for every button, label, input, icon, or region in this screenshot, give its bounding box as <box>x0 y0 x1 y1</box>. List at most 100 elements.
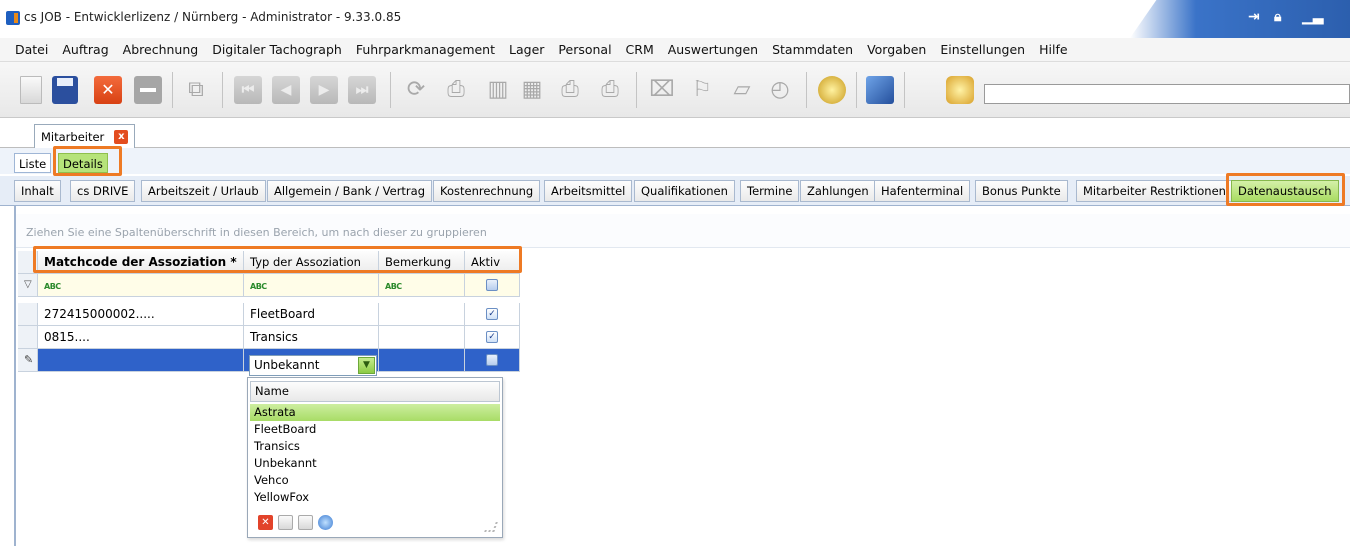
menu-lager[interactable]: Lager <box>502 42 551 57</box>
dropdown-item-yellowfox[interactable]: YellowFox <box>250 489 500 506</box>
tab-mitarbeiter[interactable]: Mitarbeiter x <box>34 124 136 148</box>
cell-matchcode-new[interactable] <box>38 349 244 372</box>
tab-liste[interactable]: Liste <box>14 153 52 173</box>
app-icon <box>6 11 20 25</box>
cell-typ[interactable]: FleetBoard <box>244 303 379 326</box>
document-tab-bar: Mitarbeiter x <box>0 118 1350 148</box>
menu-vorgaben[interactable]: Vorgaben <box>860 42 933 57</box>
menu-personal[interactable]: Personal <box>551 42 618 57</box>
tab-allgemein-bank-vertrag[interactable]: Allgemein / Bank / Vertrag <box>267 180 433 202</box>
filter-matchcode[interactable]: ABC <box>38 274 244 297</box>
menu-abrechnung[interactable]: Abrechnung <box>116 42 206 57</box>
menu-fuhrparkmanagement[interactable]: Fuhrparkmanagement <box>349 42 502 57</box>
first-record-icon[interactable]: ⏮ <box>234 76 262 104</box>
row-indicator[interactable] <box>18 303 38 326</box>
print-preview-icon[interactable]: ⎙ <box>556 76 584 104</box>
chevron-down-icon[interactable]: ▼ <box>358 357 375 374</box>
dropdown-item-transics[interactable]: Transics <box>250 438 500 455</box>
tab-qualifikationen[interactable]: Qualifikationen <box>634 180 735 202</box>
cell-bemerkung[interactable] <box>379 303 465 326</box>
row-indicator[interactable] <box>18 326 38 349</box>
filter-typ[interactable]: ABC <box>244 274 379 297</box>
cell-aktiv[interactable]: ✓ <box>465 326 520 349</box>
menu-auftrag[interactable]: Auftrag <box>55 42 115 57</box>
menu-crm[interactable]: CRM <box>619 42 661 57</box>
typ-combobox-value: Unbekannt <box>254 358 320 372</box>
clear-icon[interactable]: ✕ <box>258 515 273 530</box>
previous-record-icon[interactable]: ◀ <box>272 76 300 104</box>
typ-combobox[interactable]: Unbekannt ▼ <box>249 355 377 376</box>
dropdown-item-vehco[interactable]: Vehco <box>250 472 500 489</box>
tab-termine[interactable]: Termine <box>740 180 800 202</box>
search-icon[interactable] <box>946 76 974 104</box>
document-export-icon[interactable] <box>866 76 894 104</box>
refresh-icon[interactable] <box>318 515 333 530</box>
delete-icon[interactable]: ✕ <box>94 76 122 104</box>
toolbar: ✕ ⧉ ⏮ ◀ ▶ ⏭ ⟳ ⎙ ▥ ▦ ⎙ ⎙ ⌧ ⚐ ▱ ◴ <box>0 62 1350 118</box>
resize-grip-icon[interactable] <box>484 522 498 532</box>
dropdown-item-unbekannt[interactable]: Unbekannt <box>250 455 500 472</box>
remove-icon[interactable] <box>134 76 162 104</box>
tab-zahlungen[interactable]: Zahlungen <box>800 180 876 202</box>
new-entry-icon[interactable] <box>278 515 293 530</box>
menu-stammdaten[interactable]: Stammdaten <box>765 42 860 57</box>
settings-gear-icon[interactable] <box>818 76 846 104</box>
barcode-icon[interactable]: ▥ <box>484 76 512 104</box>
schedule-icon[interactable]: ◴ <box>766 76 794 104</box>
print-icon[interactable]: ⎙ <box>442 76 470 104</box>
save-icon[interactable] <box>52 76 78 104</box>
toolbar-separator <box>806 72 807 108</box>
print-setup-icon[interactable]: ⎙ <box>596 76 624 104</box>
menu-auswertungen[interactable]: Auswertungen <box>661 42 765 57</box>
aktiv-checkbox-checked[interactable]: ✓ <box>486 331 498 343</box>
last-record-icon[interactable]: ⏭ <box>348 76 376 104</box>
toolbar-separator <box>636 72 637 108</box>
tab-kostenrechnung[interactable]: Kostenrechnung <box>433 180 541 202</box>
tab-bonus-punkte[interactable]: Bonus Punkte <box>975 180 1068 202</box>
menu-einstellungen[interactable]: Einstellungen <box>933 42 1032 57</box>
new-document-icon[interactable] <box>20 76 42 104</box>
filter-text-icon: ABC <box>385 282 402 291</box>
menu-datei[interactable]: Datei <box>8 42 55 57</box>
cell-matchcode[interactable]: 0815.... <box>38 326 244 349</box>
refresh-icon[interactable]: ⟳ <box>402 76 430 104</box>
cell-typ[interactable]: Transics <box>244 326 379 349</box>
filter-funnel-icon: ▽ <box>18 274 38 297</box>
eraser-icon[interactable]: ▱ <box>728 76 756 104</box>
tab-hafenterminal[interactable]: Hafenterminal <box>874 180 971 202</box>
copy-icon[interactable]: ⧉ <box>182 76 210 104</box>
edit-entry-icon[interactable] <box>298 515 313 530</box>
filter-text-icon: ABC <box>250 282 267 291</box>
cell-aktiv-new[interactable] <box>465 349 520 372</box>
dropdown-column-header: Name <box>250 381 500 402</box>
filter-bemerkung[interactable]: ABC <box>379 274 465 297</box>
pin-icon[interactable]: ⇥ <box>1248 9 1260 25</box>
dropdown-item-fleetboard[interactable]: FleetBoard <box>250 421 500 438</box>
filter-aktiv[interactable] <box>465 274 520 297</box>
menu-digitaler-tachograph[interactable]: Digitaler Tachograph <box>205 42 349 57</box>
aktiv-checkbox-unchecked[interactable] <box>486 354 498 366</box>
next-record-icon[interactable]: ▶ <box>310 76 338 104</box>
barcode-list-icon[interactable]: ▦ <box>518 76 546 104</box>
tab-inhalt[interactable]: Inhalt <box>14 180 61 202</box>
lock-icon[interactable]: 🔒︎ <box>1274 9 1281 25</box>
tab-mitarbeiter-restriktionen[interactable]: Mitarbeiter Restriktionen <box>1076 180 1233 202</box>
signpost-icon[interactable]: ⚐ <box>688 76 716 104</box>
tab-cs-drive[interactable]: cs DRIVE <box>70 180 136 202</box>
map-icon[interactable]: ⌧ <box>648 76 676 104</box>
close-icon[interactable]: x <box>114 129 129 144</box>
tab-arbeitsmittel[interactable]: Arbeitsmittel <box>544 180 633 202</box>
filter-checkbox[interactable] <box>486 279 498 291</box>
cell-bemerkung[interactable] <box>379 326 465 349</box>
cell-matchcode[interactable]: 272415000002..... <box>38 303 244 326</box>
aktiv-checkbox-checked[interactable]: ✓ <box>486 308 498 320</box>
toolbar-separator <box>222 72 223 108</box>
tab-arbeitszeit-urlaub[interactable]: Arbeitszeit / Urlaub <box>141 180 266 202</box>
search-input[interactable] <box>984 84 1350 104</box>
menu-hilfe[interactable]: Hilfe <box>1032 42 1074 57</box>
cell-bemerkung-new[interactable] <box>379 349 465 372</box>
group-by-hint[interactable]: Ziehen Sie eine Spaltenüberschrift in di… <box>16 214 1350 248</box>
cell-aktiv[interactable]: ✓ <box>465 303 520 326</box>
dropdown-item-astrata[interactable]: Astrata <box>250 404 500 421</box>
highlight-details <box>53 146 122 176</box>
